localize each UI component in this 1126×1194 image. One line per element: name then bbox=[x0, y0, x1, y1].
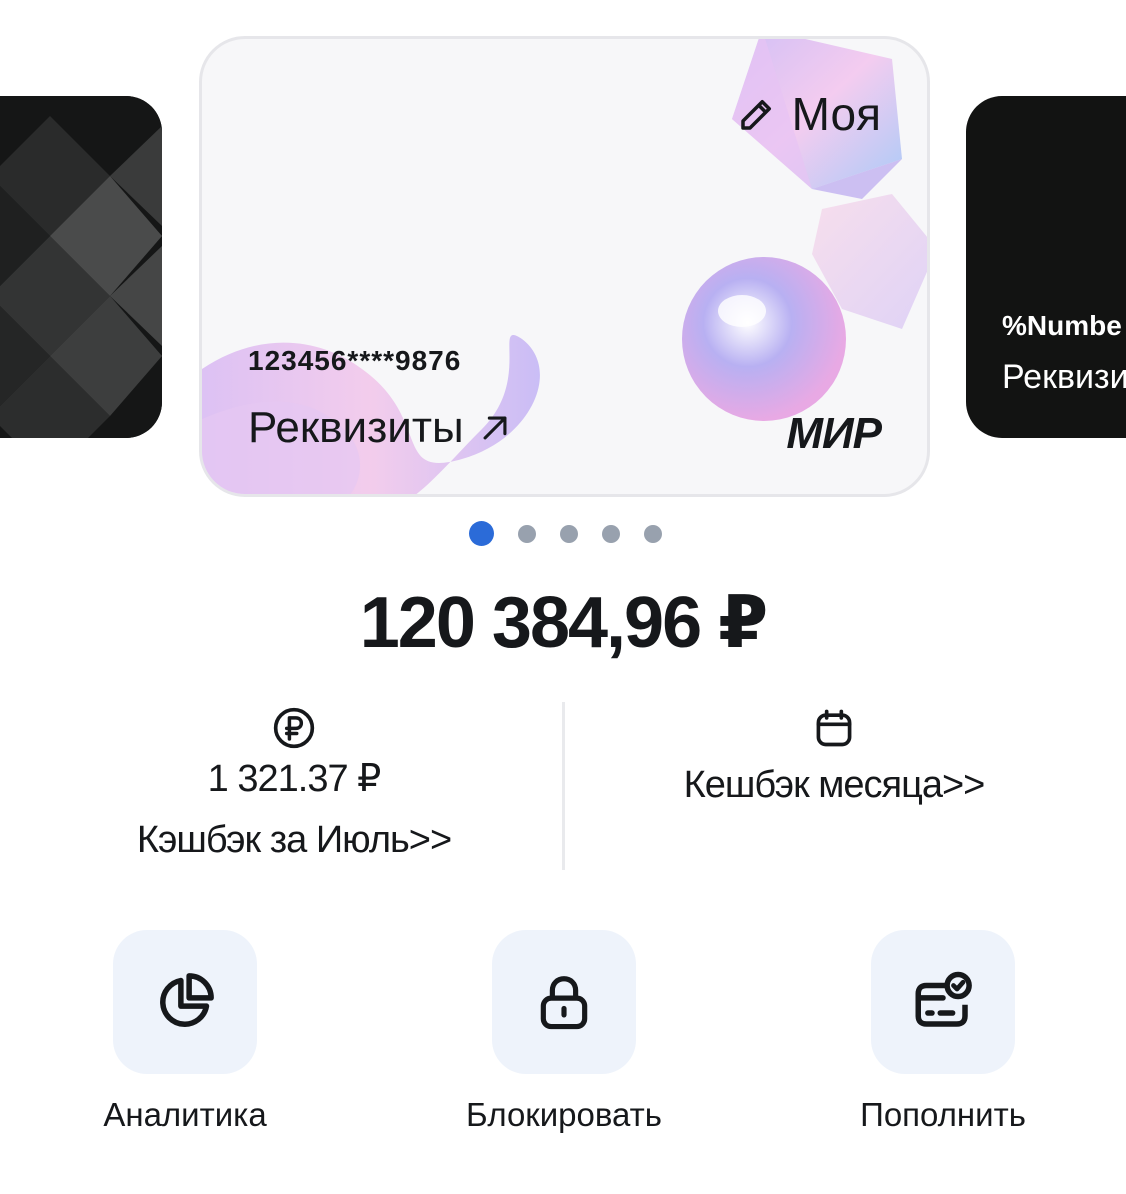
next-card-requisites: Реквизи bbox=[1002, 358, 1126, 396]
cashback-month-link[interactable]: Кешбэк месяца>> bbox=[634, 764, 1034, 807]
next-card[interactable]: %Numbe Реквизи bbox=[966, 96, 1126, 438]
next-card-number: %Numbe bbox=[1002, 310, 1122, 341]
requisites-link[interactable]: Реквизиты bbox=[248, 403, 512, 453]
pagination-dot[interactable] bbox=[559, 524, 578, 543]
requisites-label: Реквизиты bbox=[248, 403, 464, 452]
lock-icon bbox=[540, 976, 588, 1030]
geometric-pattern bbox=[0, 96, 162, 438]
divider bbox=[562, 702, 565, 870]
quick-actions: Аналитика Блокировать Пополнить bbox=[0, 930, 1126, 1140]
ruble-coin-icon bbox=[273, 707, 315, 749]
card-name: Моя bbox=[791, 88, 881, 140]
pagination-dot[interactable] bbox=[643, 524, 662, 543]
top-up-tile[interactable] bbox=[871, 930, 1015, 1074]
analytics-button[interactable]: Аналитика bbox=[35, 930, 335, 1134]
top-up-label: Пополнить bbox=[860, 1096, 1026, 1133]
payment-system-logo: МИР bbox=[786, 409, 882, 458]
block-tile[interactable] bbox=[492, 930, 636, 1074]
block-card-button[interactable]: Блокировать bbox=[414, 930, 714, 1134]
bank-card[interactable]: Моя 123456****9876 Реквизиты МИР bbox=[199, 36, 930, 497]
cashback-previous[interactable]: 1 321.37 ₽ Кэшбэк за Июль>> bbox=[94, 702, 494, 862]
card-name-edit[interactable]: Моя bbox=[736, 87, 881, 141]
pencil-icon bbox=[740, 100, 771, 130]
previous-card[interactable] bbox=[0, 96, 162, 438]
pagination-dot[interactable] bbox=[601, 524, 620, 543]
top-up-button[interactable]: Пополнить bbox=[793, 930, 1093, 1134]
cashback-current[interactable]: Кешбэк месяца>> bbox=[634, 702, 1034, 807]
arrow-up-right-icon bbox=[483, 416, 507, 440]
card-check-icon bbox=[915, 971, 972, 1027]
analytics-tile[interactable] bbox=[113, 930, 257, 1074]
cashback-amount: 1 321.37 ₽ bbox=[207, 758, 382, 800]
pagination-dot[interactable] bbox=[517, 524, 536, 543]
analytics-label: Аналитика bbox=[103, 1096, 267, 1133]
card-screen: Моя 123456****9876 Реквизиты МИР %Numbe … bbox=[0, 0, 1126, 1194]
card-number: 123456****9876 bbox=[248, 345, 462, 376]
pie-chart-icon bbox=[160, 973, 214, 1027]
cashback-previous-link[interactable]: Кэшбэк за Июль>> bbox=[94, 819, 494, 862]
block-card-label: Блокировать bbox=[466, 1096, 662, 1133]
carousel-pagination bbox=[0, 521, 1126, 546]
cashback-section: 1 321.37 ₽ Кэшбэк за Июль>> Кешбэк месяц… bbox=[0, 702, 1126, 870]
calendar-icon bbox=[816, 709, 852, 747]
card-balance: 120 384,96 ₽ bbox=[359, 583, 768, 663]
pagination-dot-active[interactable] bbox=[468, 521, 494, 546]
